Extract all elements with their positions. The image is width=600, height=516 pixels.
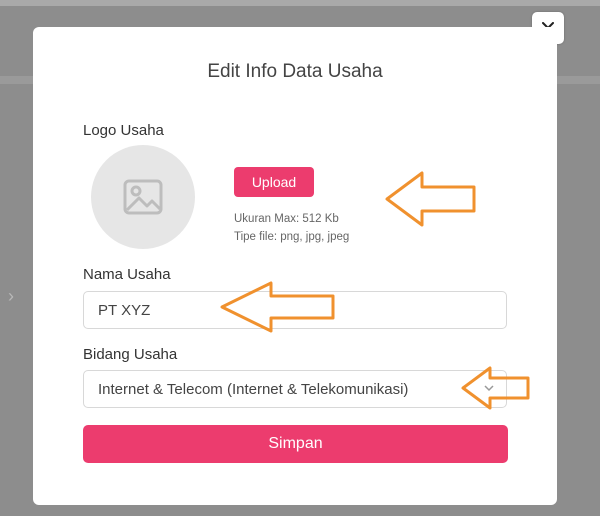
bidang-usaha-label: Bidang Usaha [83,346,178,363]
nama-usaha-value: PT XYZ [98,301,151,319]
bidang-usaha-select[interactable]: Internet & Telecom (Internet & Telekomun… [83,370,507,408]
upload-size-note: Ukuran Max: 512 Kb [234,213,339,225]
bidang-usaha-value: Internet & Telecom (Internet & Telekomun… [98,380,409,398]
logo-preview[interactable] [91,145,195,249]
nama-usaha-label: Nama Usaha [83,266,171,283]
edit-info-modal: Edit Info Data Usaha Logo Usaha Upload U… [33,27,557,505]
save-button[interactable]: Simpan [83,425,508,463]
image-placeholder-icon [123,179,163,215]
upload-type-note: Tipe file: png, jpg, jpeg [234,231,350,243]
upload-button[interactable]: Upload [234,167,314,197]
annotation-arrow [385,171,476,227]
modal-title: Edit Info Data Usaha [207,61,383,82]
backdrop-band [0,0,600,6]
logo-label: Logo Usaha [83,122,164,139]
backdrop-chevron-icon: › [8,286,14,306]
annotation-arrow [220,281,335,333]
annotation-arrow [461,366,530,410]
